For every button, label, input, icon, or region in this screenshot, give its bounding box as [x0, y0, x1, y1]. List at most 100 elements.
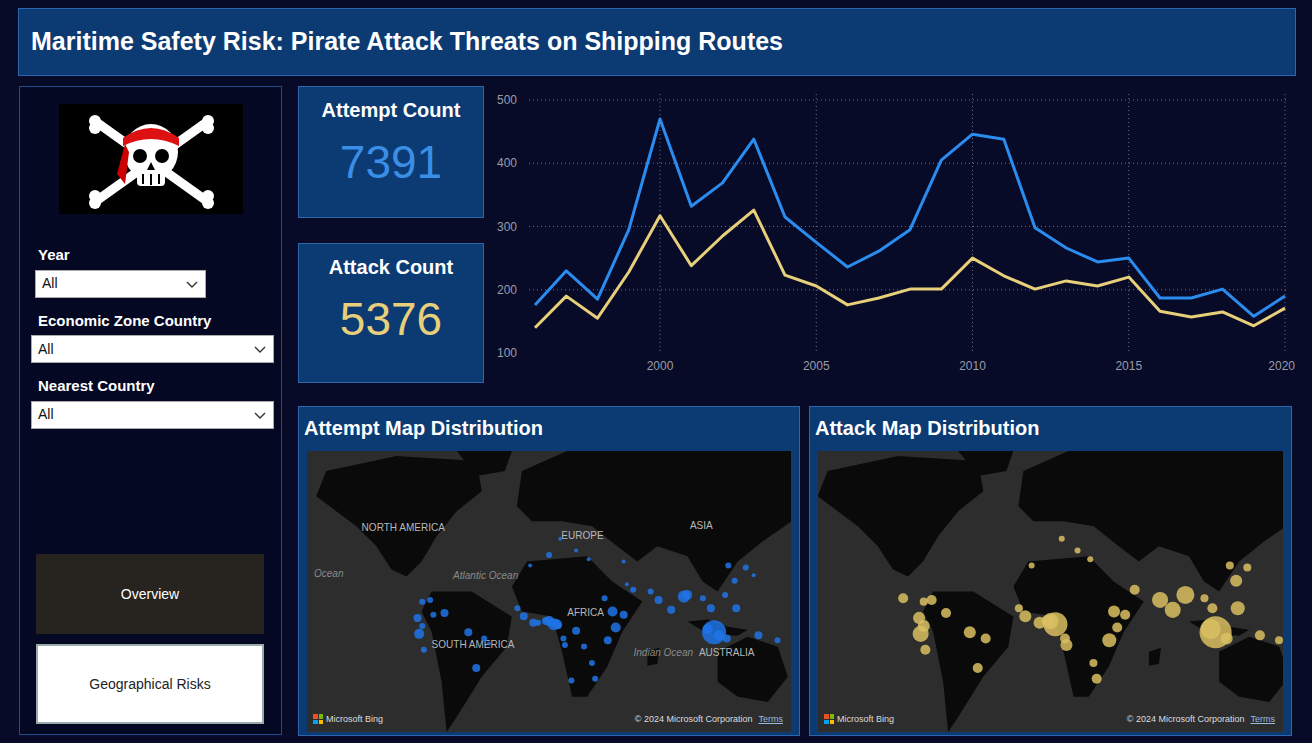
terms-link[interactable]: Terms: [1251, 713, 1276, 727]
map-bubble: [927, 595, 937, 605]
map-bubble: [1130, 585, 1140, 595]
map-bubble: [1075, 548, 1081, 554]
map-bubble: [421, 647, 427, 653]
map-bubble: [487, 641, 491, 645]
kpi-card: Attempt Count7391: [298, 86, 484, 218]
y-tick: 500: [497, 93, 517, 107]
filter-label: Nearest Country: [38, 375, 281, 398]
map-label: AFRICA: [567, 607, 604, 618]
x-tick: 2020: [1268, 359, 1295, 373]
map-bubble: [732, 578, 738, 584]
gridline: [1128, 94, 1129, 353]
page-navigation: Overview Geographical Risks: [20, 554, 281, 724]
y-tick: 300: [497, 220, 517, 234]
map-bubble: [574, 549, 578, 553]
map-bubble: [414, 629, 424, 639]
map-bubble: [1102, 633, 1116, 647]
microsoft-logo-icon: [313, 714, 323, 724]
map-bubble: [427, 597, 433, 603]
map-label: AUSTRALIA: [699, 647, 755, 658]
map-bubble: [560, 636, 566, 642]
filter-dropdown[interactable]: All: [35, 270, 206, 298]
map-bubble: [546, 552, 552, 558]
map-bubble: [1231, 601, 1245, 615]
chevron-down-icon: [253, 408, 267, 422]
copyright-text: © 2024 Microsoft Corporation: [635, 713, 753, 727]
y-tick: 400: [497, 156, 517, 170]
filter-value: All: [38, 339, 54, 360]
map-bubble: [648, 588, 654, 594]
map-bubble: [430, 612, 436, 618]
map-bubble: [608, 606, 618, 616]
world-map: NORTH AMERICAEUROPEASIAOceanAtlantic Oce…: [307, 451, 791, 732]
gridline: [529, 163, 1289, 164]
map-bubble: [1029, 562, 1035, 568]
map-bubble: [587, 557, 591, 561]
map-bubble: [630, 587, 636, 593]
map-bubble: [581, 644, 587, 650]
x-tick: 2015: [1115, 359, 1142, 373]
y-tick: 100: [497, 346, 517, 360]
map-bubble: [481, 636, 487, 642]
kpi-value: 5376: [303, 294, 479, 345]
map-bubble: [535, 620, 541, 626]
map-label: SOUTH AMERICA: [432, 639, 515, 650]
map-bubble: [913, 612, 925, 624]
map-bubble: [441, 609, 449, 617]
map-bubble: [625, 582, 629, 586]
map-bubble: [464, 628, 472, 636]
chevron-down-icon: [253, 342, 267, 356]
map-bubble: [1243, 563, 1251, 571]
map-bubble: [920, 598, 928, 606]
series-line: [535, 119, 1285, 316]
map-bubble: [552, 619, 562, 629]
filter-slicer: Year All: [20, 244, 281, 298]
terms-link[interactable]: Terms: [759, 713, 784, 727]
map-bubble: [414, 614, 422, 622]
gridline: [660, 94, 661, 353]
map-bubble: [622, 559, 626, 563]
map-bubble: [702, 620, 726, 644]
filter-value: All: [42, 273, 58, 294]
main-area: YearAllEconomic Zone CountryAllNearest C…: [19, 86, 1312, 736]
map-label: Ocean: [314, 568, 344, 579]
filter-slicer: Economic Zone CountryAll: [20, 310, 281, 364]
filter-panel: YearAllEconomic Zone CountryAllNearest C…: [20, 244, 281, 441]
map-copyright: © 2024 Microsoft Corporation Terms: [635, 713, 783, 727]
y-tick: 200: [497, 283, 517, 297]
map-bubble: [722, 592, 728, 598]
map-bubble: [472, 664, 480, 672]
chevron-down-icon: [185, 277, 199, 291]
map-bubble: [682, 590, 692, 600]
page-button[interactable]: Overview: [36, 554, 264, 634]
map-bubble: [1226, 561, 1234, 569]
bubble-map[interactable]: Microsoft Bing© 2024 Microsoft Corporati…: [818, 451, 1283, 732]
kpi-label: Attempt Count: [303, 95, 479, 125]
map-bubble: [754, 631, 762, 639]
attribution-text: Microsoft Bing: [837, 713, 894, 727]
filter-dropdown[interactable]: All: [31, 335, 274, 363]
map-bubble: [1275, 636, 1283, 644]
page-button[interactable]: Geographical Risks: [36, 644, 264, 724]
pirate-flag-icon: [59, 104, 243, 214]
report-area: Attempt Count7391Attack Count5376 500 400 3…: [298, 86, 1299, 736]
filter-value: All: [38, 404, 54, 425]
map-bubble: [743, 564, 749, 570]
gridline: [1285, 94, 1286, 353]
filter-dropdown[interactable]: All: [31, 401, 274, 429]
map-bubble: [620, 611, 628, 619]
kpi-column: Attempt Count7391Attack Count5376: [298, 86, 484, 383]
map-bubble: [700, 595, 706, 601]
map-bubble: [732, 604, 740, 612]
map-bubble: [707, 604, 715, 612]
map-bubble: [1059, 536, 1065, 542]
map-bubble: [604, 636, 612, 644]
map-bubble: [556, 623, 562, 629]
top-section: Attempt Count7391Attack Count5376 500 400 3…: [298, 86, 1299, 383]
filter-label: Year: [38, 244, 281, 267]
page-title: Maritime Safety Risk: Pirate Attack Thre…: [18, 8, 1296, 76]
map-bubble: [558, 537, 562, 541]
bubble-map[interactable]: NORTH AMERICAEUROPEASIAOceanAtlantic Oce…: [307, 451, 791, 732]
chart-canvas: 50040030020010020002005201020152020: [489, 86, 1299, 376]
map-bubble: [1152, 592, 1168, 608]
